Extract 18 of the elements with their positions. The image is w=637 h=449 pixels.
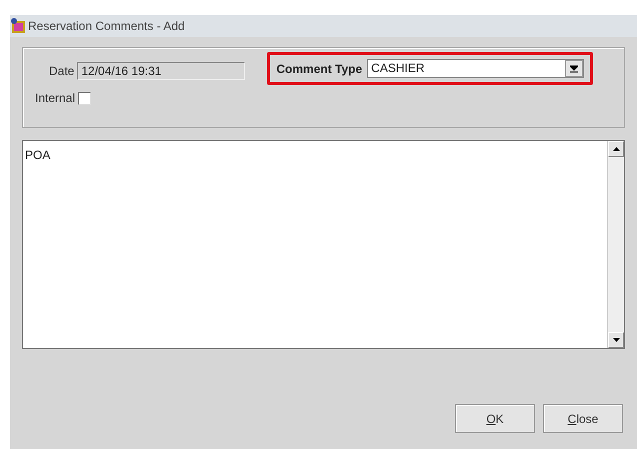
comment-type-label: Comment Type bbox=[276, 62, 362, 76]
date-field[interactable]: 12/04/16 19:31 bbox=[77, 62, 246, 80]
dropdown-button[interactable] bbox=[565, 60, 584, 77]
down-arrow-icon bbox=[570, 64, 578, 73]
app-icon bbox=[10, 18, 26, 34]
comment-text-area[interactable]: POA bbox=[22, 140, 625, 349]
scrollbar[interactable] bbox=[607, 141, 624, 348]
down-arrow-icon bbox=[612, 338, 620, 342]
scroll-down-button[interactable] bbox=[608, 332, 624, 348]
up-arrow-icon bbox=[612, 147, 620, 151]
window-title: Reservation Comments - Add bbox=[28, 19, 185, 33]
comment-type-dropdown[interactable]: CASHIER bbox=[367, 59, 584, 78]
ok-button[interactable]: OK bbox=[455, 404, 535, 433]
scroll-up-button[interactable] bbox=[608, 141, 624, 157]
date-label: Date bbox=[49, 64, 74, 78]
internal-label: Internal bbox=[35, 91, 76, 105]
internal-checkbox[interactable] bbox=[78, 92, 92, 104]
close-button[interactable]: Close bbox=[543, 404, 623, 433]
